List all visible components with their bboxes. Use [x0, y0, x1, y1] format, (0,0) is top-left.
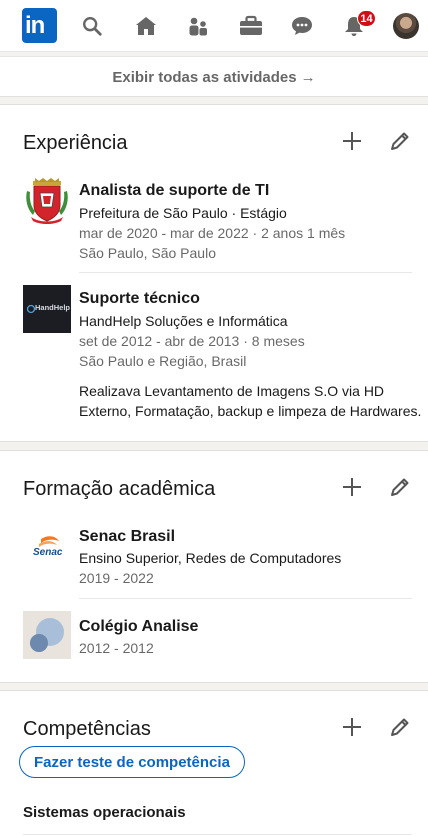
plus-icon: [343, 718, 361, 736]
section-title: Formação acadêmica: [23, 478, 216, 500]
messaging-icon[interactable]: [288, 10, 316, 42]
edit-skills-button[interactable]: [388, 715, 412, 739]
jobs-icon[interactable]: [236, 10, 266, 42]
search-icon[interactable]: [78, 10, 106, 42]
plus-icon: [343, 132, 361, 150]
divider: [23, 834, 412, 835]
handhelp-logo[interactable]: HandHelp: [23, 285, 71, 333]
show-all-activity-label: Exibir todas as atividades: [112, 69, 297, 86]
avatar[interactable]: [393, 13, 419, 39]
network-icon[interactable]: [184, 10, 212, 42]
experience-location: São Paulo, São Paulo: [79, 245, 216, 261]
pencil-icon: [391, 132, 409, 150]
education-years: 2012 - 2012: [79, 640, 154, 656]
arrow-right-icon: →: [300, 69, 316, 86]
top-navigation-bar: in 14: [0, 0, 428, 52]
experience-description-line: Externo, Formatação, backup e limpeza de…: [79, 403, 422, 419]
skills-section: Competências Fazer teste de competência …: [0, 690, 428, 836]
experience-dates: mar de 2020 - mar de 2022 · 2 anos 1 mês: [79, 225, 346, 241]
senac-logo-text: Senac: [33, 547, 63, 558]
education-school[interactable]: Senac Brasil: [79, 528, 175, 546]
experience-title[interactable]: Suporte técnico: [79, 290, 200, 308]
handhelp-logo-text: HandHelp: [35, 303, 71, 312]
add-experience-button[interactable]: [340, 129, 364, 153]
divider: [79, 272, 412, 273]
logo-text: in: [25, 12, 45, 39]
skill-assessment-button[interactable]: Fazer teste de competência: [19, 746, 245, 778]
school-placeholder-logo[interactable]: [23, 611, 71, 659]
add-skill-button[interactable]: [340, 715, 364, 739]
education-years: 2019 - 2022: [79, 570, 154, 586]
linkedin-logo[interactable]: in: [22, 8, 57, 43]
experience-company: Prefeitura de São Paulo · Estágio: [79, 205, 287, 221]
home-icon[interactable]: [132, 10, 160, 42]
edit-education-button[interactable]: [388, 475, 412, 499]
pencil-icon: [391, 718, 409, 736]
education-degree: Ensino Superior, Redes de Computadores: [79, 550, 342, 566]
skill-item[interactable]: Sistemas operacionais: [23, 804, 186, 821]
add-education-button[interactable]: [340, 475, 364, 499]
senac-logo[interactable]: Senac: [23, 525, 71, 573]
edit-experience-button[interactable]: [388, 129, 412, 153]
section-title: Competências: [23, 718, 151, 740]
education-school[interactable]: Colégio Analise: [79, 618, 198, 636]
section-title: Experiência: [23, 132, 128, 154]
prefeitura-logo[interactable]: [23, 177, 71, 225]
education-section: Formação acadêmica Senac Senac Brasil En…: [0, 450, 428, 683]
experience-dates: set de 2012 - abr de 2013 · 8 meses: [79, 333, 305, 349]
experience-description-line: Realizava Levantamento de Imagens S.O vi…: [79, 383, 385, 399]
experience-company: HandHelp Soluções e Informática: [79, 313, 288, 329]
show-all-activity-link[interactable]: Exibir todas as atividades →: [0, 69, 428, 86]
notification-badge: 14: [357, 10, 376, 27]
divider: [79, 598, 412, 599]
experience-location: São Paulo e Região, Brasil: [79, 353, 247, 369]
activity-section: Exibir todas as atividades →: [0, 56, 428, 97]
pencil-icon: [391, 478, 409, 496]
experience-title[interactable]: Analista de suporte de TI: [79, 182, 269, 200]
experience-section: Experiência Analista de suporte de TI Pr…: [0, 104, 428, 442]
plus-icon: [343, 478, 361, 496]
